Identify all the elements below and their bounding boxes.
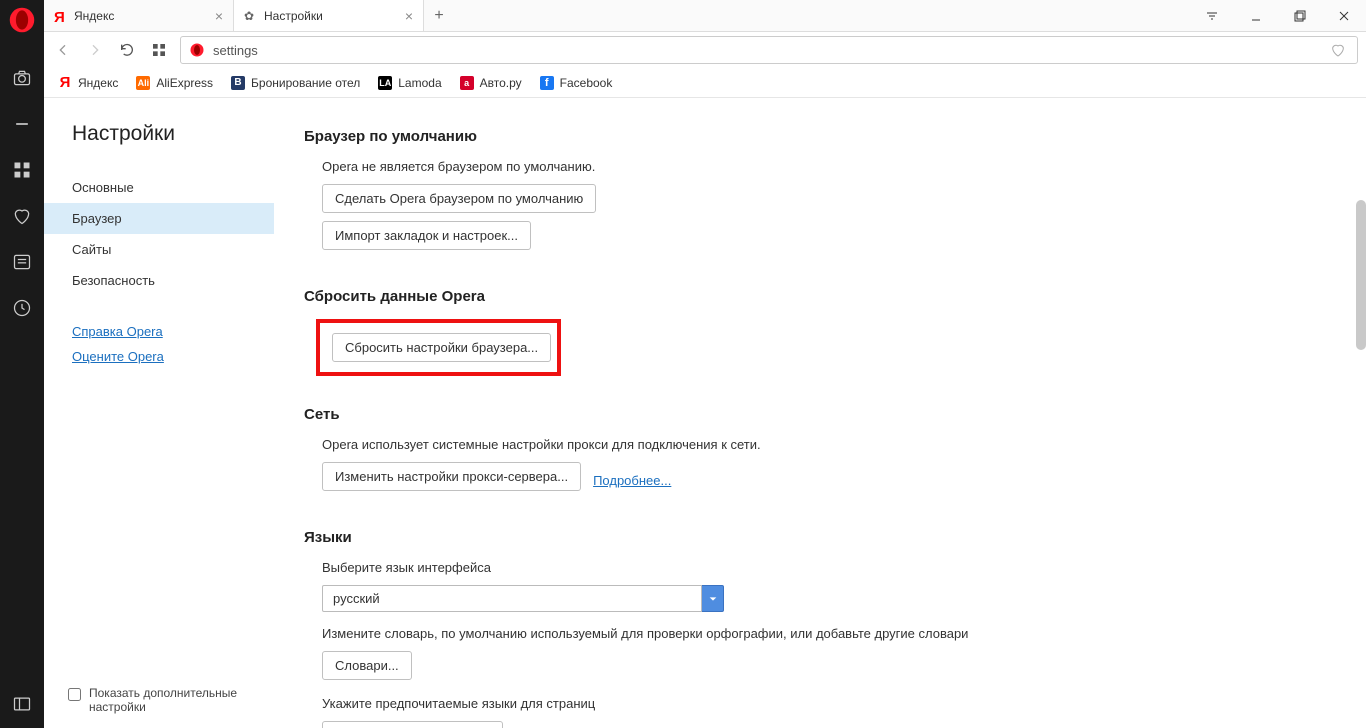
settings-content: Браузер по умолчанию Opera не является б… — [274, 98, 1354, 728]
bookmark-heart-icon[interactable] — [1327, 42, 1349, 58]
window-controls — [1190, 0, 1366, 31]
section-text: Opera использует системные настройки про… — [304, 437, 1324, 452]
bookmark-aliexpress[interactable]: AliAliExpress — [136, 76, 213, 90]
close-icon[interactable]: × — [215, 8, 223, 24]
tab-label: Настройки — [264, 9, 323, 23]
lamoda-icon: LA — [378, 76, 392, 90]
import-button[interactable]: Импорт закладок и настроек... — [322, 221, 531, 250]
settings-links: Справка Opera Оцените Opera — [44, 296, 274, 402]
bookmark-facebook[interactable]: fFacebook — [540, 76, 613, 90]
advanced-checkbox[interactable] — [68, 688, 81, 701]
menu-icon[interactable] — [1190, 0, 1234, 32]
bookmark-lamoda[interactable]: LALamoda — [378, 76, 441, 90]
settings-nav: Основные Браузер Сайты Безопасность — [44, 172, 274, 296]
maximize-button[interactable] — [1278, 0, 1322, 32]
close-icon[interactable]: × — [405, 8, 413, 24]
section-text: Укажите предпочитаемые языки для страниц — [304, 696, 1324, 711]
toolbar: settings — [44, 32, 1366, 68]
tab-yandex[interactable]: Я Яндекс × — [44, 0, 234, 31]
section-network: Сеть Opera использует системные настройк… — [304, 406, 1324, 499]
vk-icon: B — [231, 76, 245, 90]
settings-title: Настройки — [44, 122, 274, 146]
language-selected: русский — [322, 585, 702, 612]
bookmarks-bar: ЯЯндекс AliAliExpress BБронирование отел… — [44, 68, 1366, 98]
section-default-browser: Браузер по умолчанию Opera не является б… — [304, 128, 1324, 258]
reset-browser-button[interactable]: Сбросить настройки браузера... — [332, 333, 551, 362]
opera-logo-icon — [8, 6, 36, 34]
yandex-icon: Я — [58, 76, 72, 90]
aliexpress-icon: Ali — [136, 76, 150, 90]
nav-basic[interactable]: Основные — [44, 172, 274, 203]
section-reset: Сбросить данные Opera Сбросить настройки… — [304, 288, 1324, 376]
advanced-toggle[interactable]: Показать дополнительные настройки — [68, 686, 249, 714]
section-languages: Языки Выберите язык интерфейса русский И… — [304, 529, 1324, 728]
tab-bar: Я Яндекс × ✿ Настройки × + — [44, 0, 1366, 32]
tab-label: Яндекс — [74, 9, 114, 23]
preferred-languages-button[interactable]: Предпочитаемые языки... — [322, 721, 503, 728]
section-title: Языки — [304, 529, 1324, 546]
section-text: Измените словарь, по умолчанию используе… — [304, 626, 1324, 641]
opera-badge-icon — [189, 42, 205, 58]
history-icon[interactable] — [12, 298, 32, 318]
facebook-icon: f — [540, 76, 554, 90]
autoru-icon: a — [460, 76, 474, 90]
settings-sidebar: Настройки Основные Браузер Сайты Безопас… — [44, 98, 274, 728]
grid-icon[interactable] — [12, 160, 32, 180]
dictionaries-button[interactable]: Словари... — [322, 651, 412, 680]
section-text: Opera не является браузером по умолчанию… — [304, 159, 1324, 174]
help-link[interactable]: Справка Opera — [72, 324, 246, 339]
bookmark-booking[interactable]: BБронирование отел — [231, 76, 360, 90]
heart-icon[interactable] — [12, 206, 32, 226]
close-window-button[interactable] — [1322, 0, 1366, 32]
bookmark-yandex[interactable]: ЯЯндекс — [58, 76, 118, 90]
section-title: Браузер по умолчанию — [304, 128, 1324, 145]
advanced-label: Показать дополнительные настройки — [89, 686, 249, 714]
proxy-settings-button[interactable]: Изменить настройки прокси-сервера... — [322, 462, 581, 491]
news-icon[interactable] — [12, 252, 32, 272]
section-title: Сбросить данные Opera — [304, 288, 1324, 305]
tab-settings[interactable]: ✿ Настройки × — [234, 0, 424, 31]
section-title: Сеть — [304, 406, 1324, 423]
new-tab-button[interactable]: + — [424, 0, 454, 31]
nav-sites[interactable]: Сайты — [44, 234, 274, 265]
section-text: Выберите язык интерфейса — [304, 560, 1324, 575]
reload-button[interactable] — [116, 39, 138, 61]
minimize-button[interactable] — [1234, 0, 1278, 32]
language-select[interactable]: русский — [322, 585, 724, 612]
learn-more-link[interactable]: Подробнее... — [593, 473, 671, 488]
panel-icon[interactable] — [12, 694, 32, 714]
address-text: settings — [213, 43, 258, 58]
forward-button[interactable] — [84, 39, 106, 61]
chevron-down-icon[interactable] — [702, 585, 724, 612]
make-default-button[interactable]: Сделать Opera браузером по умолчанию — [322, 184, 596, 213]
highlight-annotation: Сбросить настройки браузера... — [316, 319, 561, 376]
bookmark-autoru[interactable]: aАвто.ру — [460, 76, 522, 90]
nav-browser[interactable]: Браузер — [44, 203, 274, 234]
camera-icon[interactable] — [12, 68, 32, 88]
address-bar[interactable]: settings — [180, 36, 1358, 64]
minus-icon[interactable] — [12, 114, 32, 134]
gear-icon: ✿ — [244, 9, 258, 23]
nav-security[interactable]: Безопасность — [44, 265, 274, 296]
rate-link[interactable]: Оцените Opera — [72, 349, 246, 364]
browser-sidebar — [0, 0, 44, 728]
back-button[interactable] — [52, 39, 74, 61]
speed-dial-button[interactable] — [148, 39, 170, 61]
scrollbar-thumb[interactable] — [1356, 200, 1366, 350]
yandex-icon: Я — [54, 9, 68, 23]
